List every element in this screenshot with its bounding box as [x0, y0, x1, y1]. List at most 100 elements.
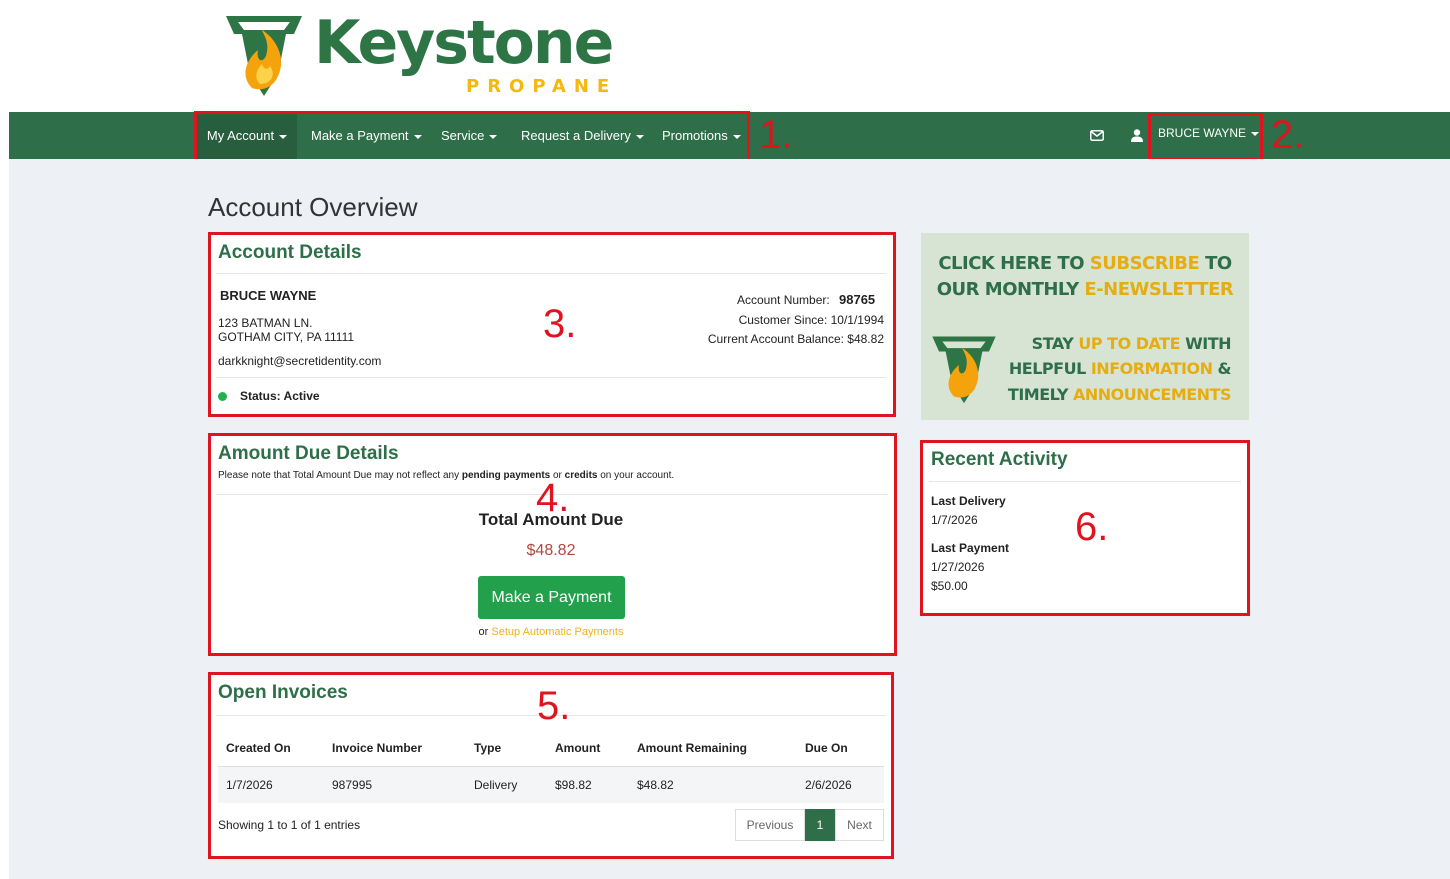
cell-type: Delivery — [466, 766, 547, 803]
pagination-previous[interactable]: Previous — [735, 809, 805, 841]
amount-due-note: Please note that Total Amount Due may no… — [218, 470, 674, 481]
annotation-label-6: 6. — [1075, 505, 1109, 549]
annotation-label-4: 4. — [536, 476, 570, 520]
customer-since: Customer Since: 10/1/1994 — [738, 313, 884, 327]
amount-due-title: Amount Due Details — [218, 443, 399, 464]
last-delivery-label: Last Delivery — [931, 494, 1006, 508]
col-amount-remaining[interactable]: Amount Remaining — [629, 730, 797, 767]
nav-make-a-payment[interactable]: Make a Payment — [311, 112, 422, 159]
caret-down-icon — [489, 134, 498, 139]
caret-down-icon — [732, 134, 741, 139]
annotation-label-3: 3. — [543, 302, 577, 346]
recent-activity-title: Recent Activity — [931, 449, 1068, 470]
col-created-on[interactable]: Created On — [218, 730, 324, 767]
keystone-flame-icon — [226, 16, 302, 96]
account-email: darkknight@secretidentity.com — [218, 354, 382, 368]
user-name-label: BRUCE WAYNE — [1158, 126, 1247, 140]
promo-line-3: STAY UP TO DATE WITH — [1005, 334, 1232, 353]
col-amount[interactable]: Amount — [547, 730, 629, 767]
nav-my-account[interactable]: My Account — [197, 112, 297, 159]
last-payment-label: Last Payment — [931, 541, 1010, 555]
caret-down-icon — [279, 134, 288, 139]
account-balance: Current Account Balance: $48.82 — [707, 332, 884, 346]
table-header-row: Created On Invoice Number Type Amount Am… — [218, 730, 884, 767]
promo-text: STAY — [1031, 334, 1079, 353]
make-a-payment-button[interactable]: Make a Payment — [478, 576, 625, 619]
promo-text-highlight: INFORMATION — [1090, 359, 1213, 378]
caret-down-icon — [635, 134, 644, 139]
address-line-1: 123 BATMAN LN. — [218, 316, 313, 330]
nav-my-account-label: My Account — [206, 128, 275, 143]
col-due-on[interactable]: Due On — [797, 730, 884, 767]
total-amount-due-value: $48.82 — [526, 542, 576, 559]
note-credits: credits — [564, 470, 598, 481]
promo-text-highlight: SUBSCRIBE — [1089, 253, 1200, 274]
last-payment-date: 1/27/2026 — [931, 560, 985, 574]
nav-request-a-delivery-label: Request a Delivery — [521, 128, 631, 143]
promo-text: WITH — [1180, 334, 1231, 353]
status-dot-icon — [218, 392, 227, 401]
col-type[interactable]: Type — [466, 730, 547, 767]
promo-text: HELPFUL — [1008, 359, 1091, 378]
promo-text: TO — [1199, 253, 1232, 274]
note-text: Please note that Total Amount Due may no… — [218, 470, 462, 481]
nav-request-a-delivery[interactable]: Request a Delivery — [521, 112, 644, 159]
last-payment-amount: $50.00 — [931, 579, 968, 593]
account-holder-name: BRUCE WAYNE — [220, 288, 317, 303]
envelope-icon[interactable] — [1090, 130, 1104, 141]
user-icon[interactable] — [1131, 129, 1143, 142]
table-row[interactable]: 1/7/2026 987995 Delivery $98.82 $48.82 2… — [218, 766, 884, 803]
or-text: or — [478, 626, 489, 638]
annotation-label-2: 2. — [1271, 113, 1305, 157]
annotation-label-5: 5. — [537, 684, 571, 728]
table-entries-info: Showing 1 to 1 of 1 entries — [218, 818, 361, 832]
promo-line-2: OUR MONTHLY E-NEWSLETTER — [921, 279, 1249, 300]
logo-subtitle: PROPANE — [466, 76, 618, 97]
page-title: Account Overview — [208, 192, 418, 222]
col-invoice-number[interactable]: Invoice Number — [324, 730, 466, 767]
nav-service-label: Service — [441, 128, 485, 143]
divider — [216, 377, 886, 378]
keystone-flame-icon — [932, 336, 996, 404]
promo-text: CLICK HERE TO — [938, 253, 1090, 274]
address-line-2: GOTHAM CITY, PA 11111 — [218, 330, 355, 344]
main-navbar: My Account Make a Payment Service Reques… — [9, 112, 1450, 159]
promo-text-highlight: E-NEWSLETTER — [1084, 279, 1234, 300]
cell-amount-remaining: $48.82 — [629, 766, 797, 803]
divider — [929, 481, 1241, 482]
promo-text-highlight: ANNOUNCEMENTS — [1073, 385, 1232, 404]
pagination-page-1[interactable]: 1 — [805, 809, 835, 841]
newsletter-promo-banner[interactable]: CLICK HERE TO SUBSCRIBE TO OUR MONTHLY E… — [921, 233, 1249, 420]
account-number-label: Account Number: — [737, 293, 830, 307]
divider — [216, 273, 886, 274]
note-text: on your account. — [597, 470, 675, 481]
cell-created-on: 1/7/2026 — [218, 766, 324, 803]
caret-down-icon — [413, 134, 422, 139]
nav-promotions[interactable]: Promotions — [662, 112, 741, 159]
promo-text: OUR MONTHLY — [936, 279, 1085, 300]
user-menu-button[interactable]: BRUCE WAYNE — [1158, 110, 1260, 157]
cell-amount: $98.82 — [547, 766, 629, 803]
autopay-line: or Setup Automatic Payments — [208, 626, 894, 638]
pagination-next[interactable]: Next — [835, 809, 884, 841]
account-status: Status: Active — [240, 389, 320, 403]
logo-wordmark: Keystone — [314, 8, 614, 78]
cell-invoice-number: 987995 — [324, 766, 466, 803]
promo-text-highlight: UP TO DATE — [1078, 334, 1181, 353]
promo-line-4: HELPFUL INFORMATION & — [999, 359, 1232, 378]
nav-service[interactable]: Service — [441, 112, 498, 159]
cell-due-on: 2/6/2026 — [797, 766, 884, 803]
promo-text: & — [1212, 359, 1232, 378]
header: Keystone PROPANE — [0, 0, 1450, 112]
setup-automatic-payments-link[interactable]: Setup Automatic Payments — [491, 626, 623, 638]
caret-down-icon — [1251, 131, 1260, 136]
annotation-label-1: 1. — [759, 113, 793, 157]
account-number-value: 98765 — [839, 292, 876, 307]
promo-line-1: CLICK HERE TO SUBSCRIBE TO — [921, 253, 1249, 274]
account-details-title: Account Details — [218, 242, 362, 263]
promo-line-5: TIMELY ANNOUNCEMENTS — [991, 385, 1232, 404]
keystone-logo[interactable]: Keystone PROPANE — [222, 8, 614, 102]
open-invoices-title: Open Invoices — [218, 682, 348, 703]
nav-make-a-payment-label: Make a Payment — [311, 128, 409, 143]
invoices-table: Created On Invoice Number Type Amount Am… — [218, 730, 884, 803]
